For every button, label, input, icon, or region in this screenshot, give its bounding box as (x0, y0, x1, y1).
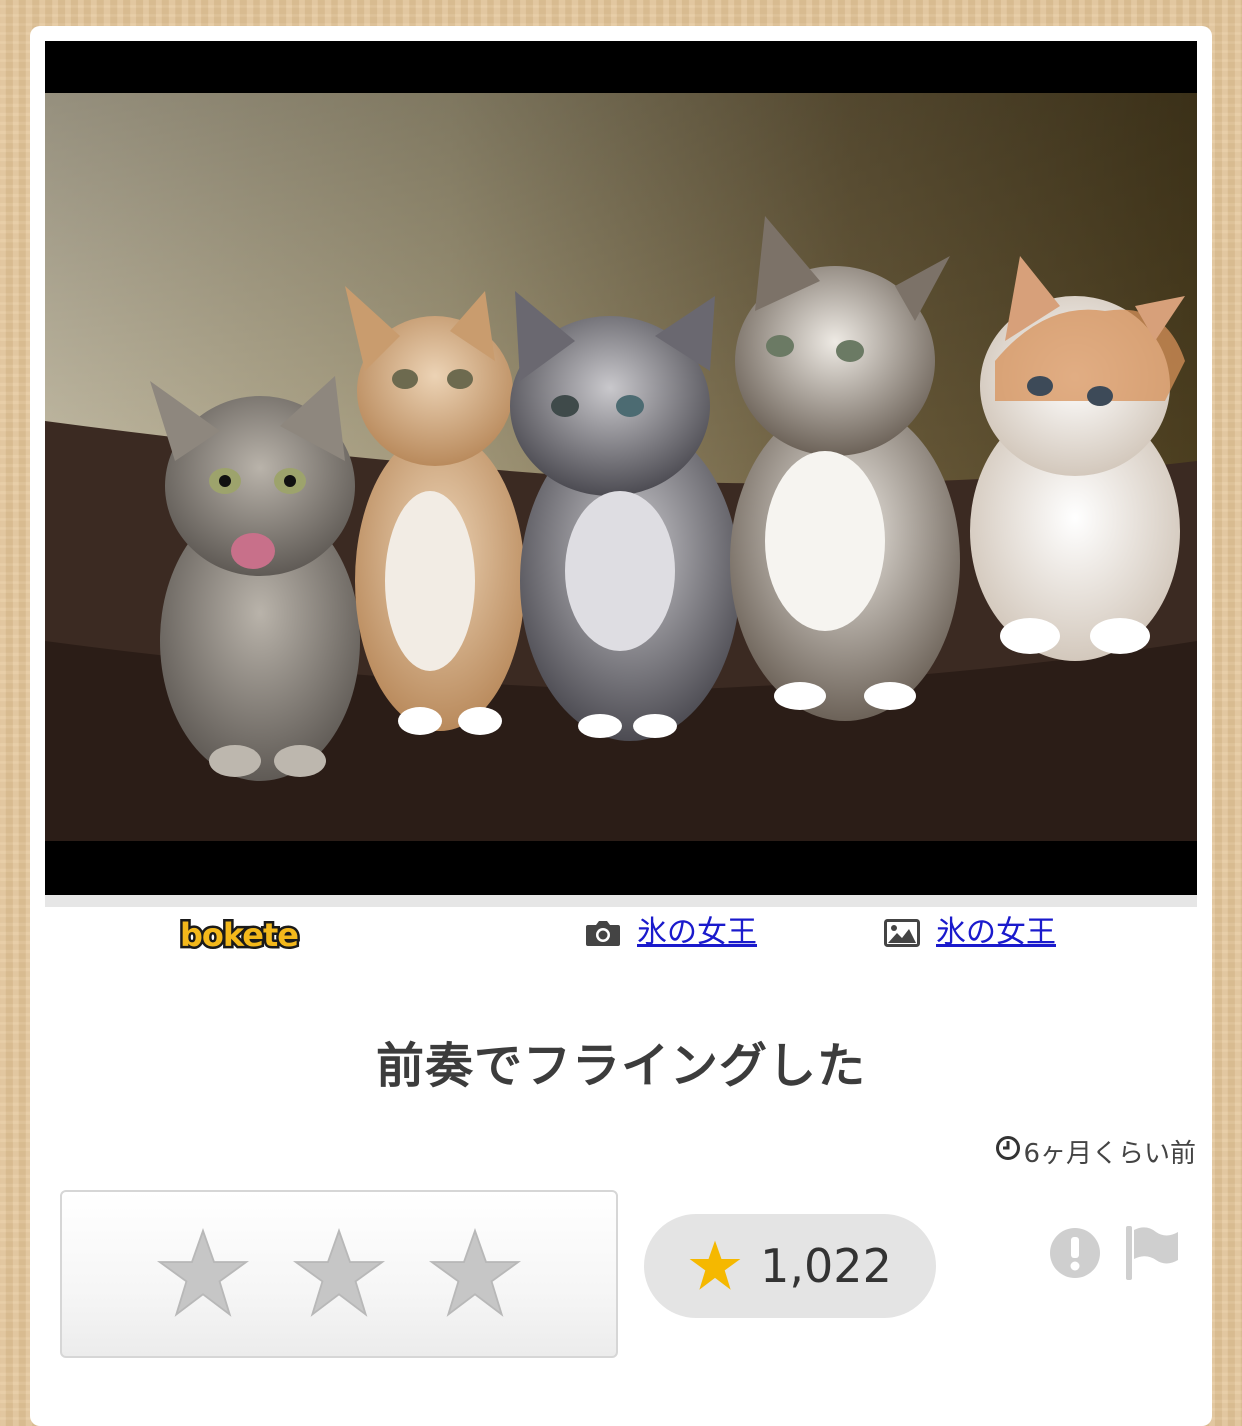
photographer-link[interactable]: 氷の女王 (637, 913, 757, 953)
flag-icon[interactable] (1124, 1224, 1180, 1282)
rate-star-3-icon[interactable] (429, 1228, 521, 1320)
bokete-logo[interactable]: bokete (171, 915, 307, 955)
image-icon (884, 918, 920, 948)
credits-bar: bokete 氷の女王 氷の女王 (30, 909, 1212, 965)
posted-time: 6ヶ月くらい前 (995, 1133, 1196, 1170)
logo-text: bokete (180, 916, 298, 954)
star-count: 1,022 (760, 1239, 892, 1293)
star-rating-box (60, 1190, 618, 1358)
image-credit: 氷の女王 (884, 913, 1056, 953)
photo-image (45, 41, 1197, 895)
gold-star-icon (689, 1240, 741, 1290)
image-author-link[interactable]: 氷の女王 (936, 913, 1056, 953)
clock-icon (995, 1135, 1021, 1168)
photographer-credit: 氷の女王 (585, 913, 757, 953)
posted-time-text: 6ヶ月くらい前 (1023, 1139, 1196, 1169)
star-count-badge: 1,022 (644, 1214, 936, 1318)
rate-star-1-icon[interactable] (157, 1228, 249, 1320)
boke-caption: 前奏でフライングした (375, 1038, 866, 1094)
rate-star-2-icon[interactable] (293, 1228, 385, 1320)
photo-divider (45, 895, 1197, 907)
boke-card: bokete 氷の女王 氷の女王 前奏でフライングした 6ヶ月くらい前 1,02… (30, 26, 1212, 1426)
kittens-photo[interactable] (45, 41, 1197, 895)
camera-icon (585, 918, 621, 948)
report-exclamation-icon[interactable] (1048, 1226, 1102, 1280)
